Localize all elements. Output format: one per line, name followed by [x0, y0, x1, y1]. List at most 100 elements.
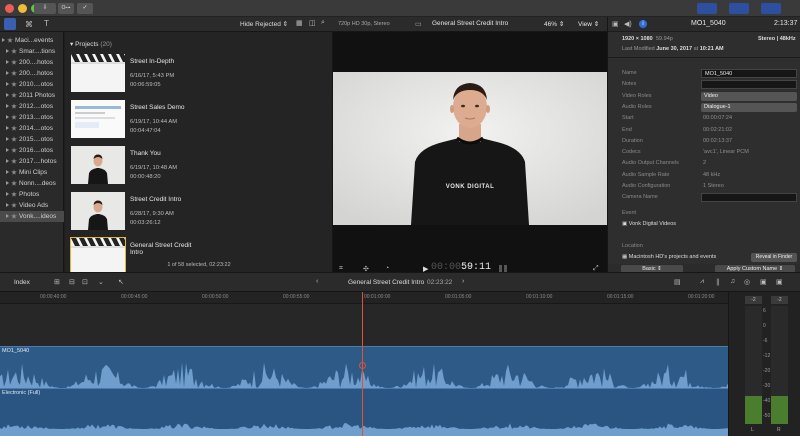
show-timeline-button[interactable] — [729, 3, 749, 14]
sidebar-item[interactable]: 2010....otos — [0, 79, 64, 90]
sidebar-item[interactable]: 200....hotos — [0, 68, 64, 79]
edit-options-icon[interactable]: ⌄ — [98, 278, 104, 286]
sidebar-item[interactable]: Maci...events — [0, 35, 64, 46]
disclosure-triangle-icon[interactable] — [6, 192, 9, 197]
projects-section-header[interactable]: ▾ Projects (20) — [70, 40, 112, 48]
timeline-forward-icon[interactable]: › — [462, 278, 464, 285]
clip-thumbnail[interactable] — [71, 146, 125, 184]
disclosure-triangle-icon[interactable] — [6, 214, 9, 219]
photos-audio-icon[interactable]: ⌘ — [25, 20, 33, 29]
checkmark-circle-icon: ✓ — [82, 5, 88, 11]
view-menu[interactable]: View ⇕ — [578, 20, 599, 28]
disclosure-triangle-icon[interactable] — [6, 181, 9, 186]
timeline-ruler[interactable]: 00:00:40:00 00:00:45:00 00:00:50:00 00:00:5… — [0, 292, 728, 304]
clip-title[interactable]: Street In-Depth — [130, 58, 200, 65]
sidebar-item[interactable]: 2012....otos — [0, 101, 64, 112]
clip-title[interactable]: Street Credit Intro — [130, 196, 200, 203]
sidebar-item[interactable]: Smar....tions — [0, 46, 64, 57]
hide-rejected-dropdown[interactable]: Hide Rejected ⇕ — [240, 20, 288, 28]
sidebar-item[interactable]: 2017....hotos — [0, 156, 64, 167]
clip-duration: 00:04:47:04 — [130, 128, 161, 134]
filmstrip-view-icon[interactable]: ▦ — [296, 19, 303, 27]
disclosure-triangle-icon[interactable] — [6, 148, 9, 153]
event-star-icon — [11, 114, 17, 120]
minimize-window-button[interactable] — [18, 4, 27, 13]
disclosure-triangle-icon[interactable] — [6, 159, 9, 164]
timeline-back-icon[interactable]: ‹ — [316, 278, 318, 285]
close-window-button[interactable] — [5, 4, 14, 13]
clip-appearance-icon[interactable]: ◫ — [309, 19, 316, 27]
zoom-dropdown[interactable]: 46% ⇕ — [544, 20, 564, 28]
import-button[interactable]: ⇩ — [34, 3, 56, 14]
sidebar-item[interactable]: 2016....otos — [0, 145, 64, 156]
disclosure-triangle-icon[interactable] — [2, 38, 5, 43]
overwrite-clip-icon[interactable]: ⊡ — [82, 278, 88, 286]
select-tool-icon[interactable]: ↖ — [118, 278, 124, 286]
clip-title[interactable]: Street Sales Demo — [130, 104, 200, 111]
info-inspector-icon[interactable]: i — [639, 20, 647, 28]
append-clip-icon[interactable]: ⊞ — [54, 278, 60, 286]
disclosure-triangle-icon[interactable] — [6, 82, 9, 87]
inspector-row-value: 00:02:13:37 — [703, 137, 733, 144]
audio-inspector-icon[interactable]: ◀) — [624, 20, 632, 28]
sidebar-item[interactable]: Video Ads — [0, 200, 64, 211]
disclosure-triangle-icon[interactable] — [6, 137, 9, 142]
inspector-text-field[interactable] — [701, 193, 797, 203]
transitions-browser-icon[interactable]: ▣ — [776, 278, 783, 286]
disclosure-triangle-icon[interactable] — [6, 126, 9, 131]
skimming-icon[interactable]: ∥ — [716, 278, 720, 286]
search-icon[interactable]: ⌕ — [321, 19, 325, 27]
sidebar-item[interactable]: 2015....otos — [0, 134, 64, 145]
video-frame[interactable]: VONK DIGITAL — [333, 72, 607, 225]
clip-thumbnail[interactable] — [71, 100, 125, 138]
sidebar-item[interactable]: 2014....otos — [0, 123, 64, 134]
disclosure-triangle-icon[interactable] — [6, 203, 9, 208]
inspector-row-label: Audio Output Channels — [622, 160, 679, 167]
clip-title[interactable]: Thank You — [130, 150, 200, 157]
inspector-row-label: Notes — [622, 81, 637, 88]
sidebar-item[interactable]: Photos — [0, 189, 64, 200]
libraries-icon[interactable] — [4, 18, 16, 30]
video-inspector-icon[interactable]: ▣ — [612, 20, 619, 28]
disclosure-triangle-icon[interactable] — [6, 49, 9, 54]
disclosure-triangle-icon[interactable] — [6, 170, 9, 175]
clip-thumbnail[interactable] — [71, 192, 125, 230]
clip-appearance-timeline-icon[interactable]: ▤ — [674, 278, 681, 286]
reveal-in-finder-button[interactable]: Reveal in Finder — [751, 253, 797, 262]
inspector-text-field[interactable] — [701, 80, 797, 90]
inspector-popup[interactable]: Video — [701, 91, 797, 101]
inspector-popup[interactable]: Dialogue-1 — [701, 102, 797, 112]
disclosure-triangle-icon[interactable] — [6, 60, 9, 65]
sidebar-item[interactable]: Vonk....ideos — [0, 211, 64, 222]
insert-clip-icon[interactable]: ⊟ — [69, 278, 75, 286]
disclosure-triangle-icon[interactable] — [6, 104, 9, 109]
background-tasks-button[interactable]: ✓ — [77, 3, 93, 14]
clip-title[interactable]: General Street Credit Intro — [130, 242, 200, 256]
audio-skimming-icon[interactable]: ♫ — [730, 278, 735, 285]
keyword-button[interactable]: O⊶ — [58, 3, 74, 14]
timeline-index-button[interactable]: Index — [14, 279, 30, 286]
disclosure-triangle-icon[interactable] — [6, 115, 9, 120]
sidebar-item[interactable]: 2013....otos — [0, 112, 64, 123]
snapping-icon[interactable]: ⩘ — [700, 278, 704, 286]
inspector-pane: ▣ ◀) i MO1_5040 2:13:37 1920 × 1080 59.9… — [607, 17, 800, 272]
sidebar-item[interactable]: Nonn....deos — [0, 178, 64, 189]
sidebar-item[interactable]: 200....hotos — [0, 57, 64, 68]
retime-icon[interactable]: ◔ — [385, 265, 389, 272]
disclosure-triangle-icon[interactable] — [6, 71, 9, 76]
titles-generators-icon[interactable]: T — [44, 19, 49, 28]
clip-thumbnail[interactable] — [70, 237, 126, 277]
effects-browser-icon[interactable]: ▣ — [760, 278, 767, 286]
solo-icon[interactable]: ◎ — [744, 278, 750, 286]
disclosure-triangle-icon[interactable] — [6, 93, 9, 98]
audio-clip-music[interactable]: Electronic (Full) — [0, 388, 728, 436]
ruler-tick-label: 00:00:55:00 — [283, 294, 310, 300]
clip-thumbnail[interactable] — [71, 54, 125, 92]
sidebar-item[interactable]: 2011 Photos — [0, 90, 64, 101]
audio-format-label: Stereo | 48kHz — [758, 36, 796, 42]
show-inspector-button[interactable] — [761, 3, 781, 14]
inspector-row: Duration 00:02:13:37 — [608, 136, 800, 147]
show-browser-button[interactable] — [697, 3, 717, 14]
sidebar-item[interactable]: Mini Clips — [0, 167, 64, 178]
inspector-text-field[interactable]: MO1_5040 — [701, 69, 797, 78]
